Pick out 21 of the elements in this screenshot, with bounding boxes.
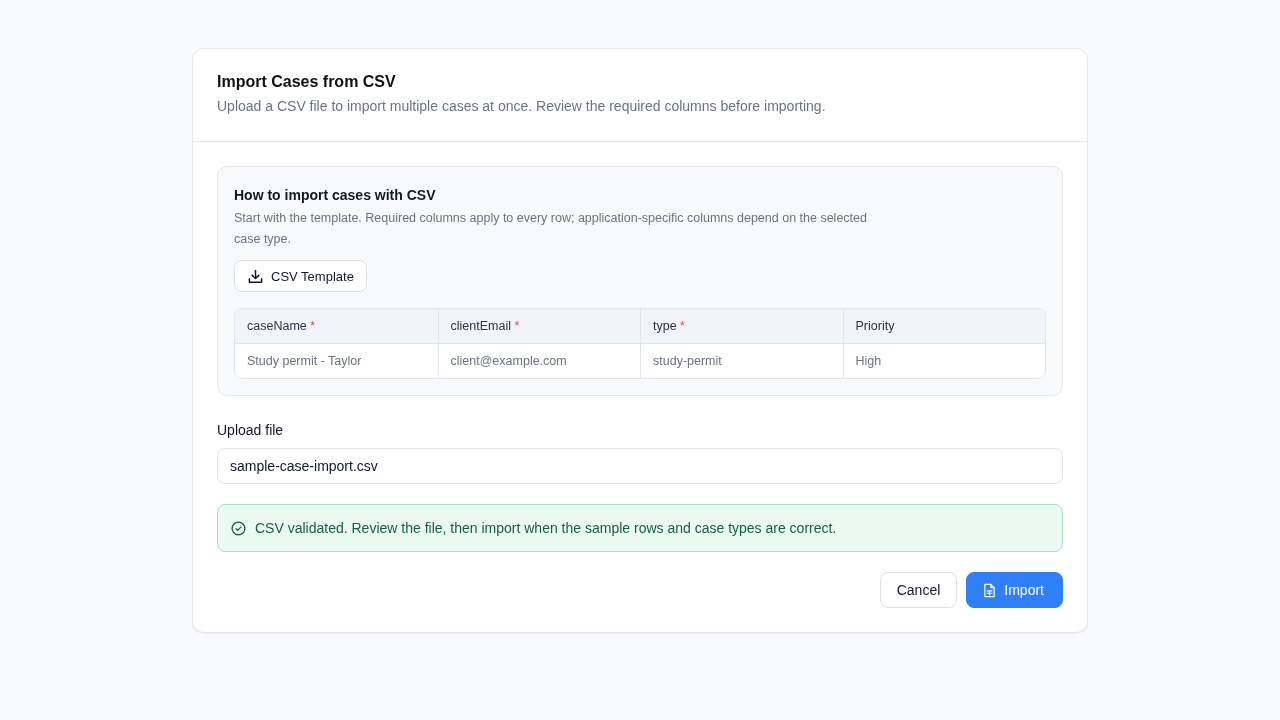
- download-icon: [248, 268, 263, 284]
- column-header: clientEmail *: [437, 309, 640, 343]
- table-cell: client@example.com: [437, 344, 640, 378]
- column-header: caseName *: [246, 318, 317, 335]
- table-cell-text: Study permit - Taylor: [246, 353, 363, 370]
- file-input-field[interactable]: sample-case-import.csv: [217, 448, 1063, 484]
- dialog-description: Upload a CSV file to import multiple cases at once. Review the required columns before importing.: [217, 97, 827, 116]
- column-header: type *: [640, 309, 843, 343]
- csv-template-button[interactable]: CSV Template: [234, 260, 367, 292]
- upload-file-label: Upload file: [217, 421, 285, 440]
- document-icon: [983, 582, 997, 598]
- alert-message: CSV validated. Review the file, then import when the sample rows and case types are correct.: [255, 520, 837, 536]
- instructions-text: Start with the template. Required columns apply to every row; application-specific columns depend on the selected case type.: [234, 210, 868, 248]
- cancel-button[interactable]: Cancel: [879, 572, 958, 608]
- table-cell: High: [842, 344, 1045, 378]
- column-header: Priority: [842, 309, 1045, 343]
- import-button[interactable]: Import: [966, 572, 1063, 608]
- instructions-title: How to import cases with CSV: [234, 186, 437, 205]
- dialog-title: Import Cases from CSV: [217, 72, 397, 92]
- table-cell: study-permit: [640, 344, 843, 378]
- check-circle-icon: [231, 520, 246, 536]
